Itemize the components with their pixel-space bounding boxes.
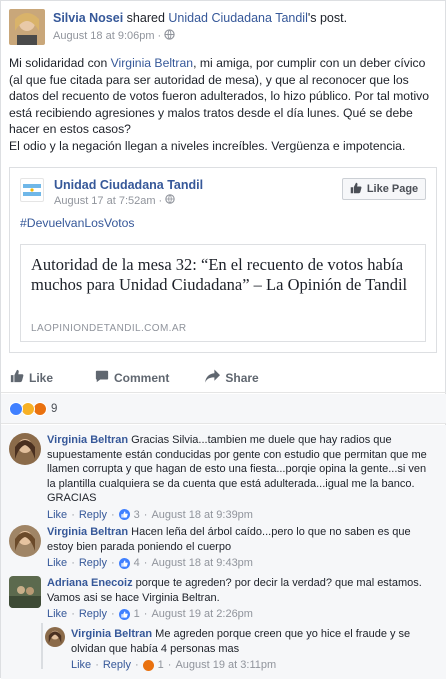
commenter-avatar[interactable] [9,576,41,608]
comment-footer: Like · Reply · 1 · August 19 at 3:11pm [71,658,426,673]
comment-like-link[interactable]: Like [47,607,67,622]
commenter-name[interactable]: Virginia Beltran [47,526,128,538]
comment-like-link[interactable]: Like [47,508,67,523]
share-label: Share [225,370,259,385]
separator-dot: · [143,608,148,620]
comment-footer: Like · Reply · 1 · August 19 at 2:26pm [47,607,433,622]
comment-like-count[interactable]: 1 [158,658,164,673]
like-button[interactable]: Like [10,369,53,386]
comment: Virginia Beltran Hacen leña del árbol ca… [9,525,439,571]
message-paragraph-1: Mi solidaridad con Virginia Beltran, mi … [9,55,439,138]
angry-reaction-icon [33,401,47,416]
separator-dot: · [158,194,163,207]
separator-dot: · [110,608,115,620]
angry-reaction-icon [142,659,154,671]
comment-time[interactable]: August 19 at 2:26pm [151,607,253,622]
hashtag-link[interactable]: #DevuelvanLosVotos [20,216,135,230]
separator-dot: · [167,659,172,671]
separator-dot: · [143,557,148,569]
post-meta: August 18 at 9:06pm · [53,29,347,43]
comment-reply-link[interactable]: Reply [79,508,107,523]
sad-reaction-icon [21,401,35,416]
link-title: Autoridad de la mesa 32: “En el recuento… [31,255,408,294]
comment-reply-link[interactable]: Reply [79,556,107,571]
comment-footer: Like · Reply · 3 · August 18 at 9:39pm [47,508,433,523]
like-reaction-icon [118,557,130,569]
separator-dot: · [71,557,75,569]
comment-footer: Like · Reply · 4 · August 18 at 9:43pm [47,556,433,571]
comment-time[interactable]: August 19 at 3:11pm [175,658,276,673]
comments-section: Virginia Beltran Gracias Silvia...tambie… [1,425,446,679]
separator-dot: · [157,30,162,42]
comment-like-count[interactable]: 4 [134,556,140,571]
like-reaction-icon [118,608,130,620]
shared-suffix: 's post. [307,11,348,25]
mention-link[interactable]: Virginia Beltran [111,56,193,70]
comment-like-link[interactable]: Like [47,556,67,571]
commenter-avatar[interactable] [9,525,41,557]
reply-thread: Virginia Beltran Me agreden porque creen… [41,623,435,671]
post-message: Mi solidaridad con Virginia Beltran, mi … [9,55,439,154]
post-header: Silvia Nosei shared Unidad Ciudadana Tan… [9,9,347,45]
comment-time[interactable]: August 18 at 9:43pm [151,556,253,571]
shared-page-link[interactable]: Unidad Ciudadana Tandil [168,11,307,25]
separator-dot: · [110,508,115,521]
shared-post-meta: August 17 at 7:52am · [54,194,203,207]
separator-dot: · [71,608,75,620]
comment: Adriana Enecoiz porque te agreden? por d… [9,576,439,622]
message-text: Mi solidaridad con [9,56,111,70]
comment-button[interactable]: Comment [95,369,169,386]
like-reaction-icon [118,509,130,521]
shared-post-time[interactable]: August 17 at 7:52am [54,195,156,207]
globe-icon [164,29,175,43]
commenter-avatar[interactable] [9,433,41,465]
comment-label: Comment [114,370,170,385]
page-logo[interactable] [20,178,44,202]
comment-like-count[interactable]: 3 [134,508,140,523]
separator-dot: · [110,557,115,569]
comment-like-count[interactable]: 1 [134,607,140,622]
globe-icon [165,194,175,207]
comment-icon [95,369,109,386]
reactions-bar[interactable]: 9 [1,394,446,424]
shared-post: Unidad Ciudadana Tandil August 17 at 7:5… [9,167,437,353]
post-card: Silvia Nosei shared Unidad Ciudadana Tan… [0,0,446,679]
author-avatar[interactable] [9,9,45,45]
separator-dot: · [71,508,75,521]
like-page-label: Like Page [366,183,419,195]
shared-label: shared [126,11,165,25]
like-label: Like [29,370,54,385]
thumbs-up-icon [350,182,362,197]
comment: Virginia Beltran Gracias Silvia...tambie… [9,433,439,522]
reaction-count[interactable]: 9 [51,403,57,415]
author-name-link[interactable]: Silvia Nosei [53,11,123,25]
comment-like-link[interactable]: Like [71,658,91,673]
share-arrow-icon [205,369,221,386]
like-reaction-icon [9,401,23,416]
post-time[interactable]: August 18 at 9:06pm [53,30,155,42]
commenter-name[interactable]: Adriana Enecoiz [47,577,133,589]
message-paragraph-2: El odio y la negación llegan a niveles i… [9,138,406,153]
comment-time[interactable]: August 18 at 9:39pm [151,508,253,523]
separator-dot: · [143,508,148,521]
comment-reply-link[interactable]: Reply [103,658,131,673]
thumbs-up-icon [10,369,24,386]
commenter-name[interactable]: Virginia Beltran [47,434,128,446]
like-page-button[interactable]: Like Page [342,178,426,200]
post-header-line: Silvia Nosei shared Unidad Ciudadana Tan… [53,11,347,25]
commenter-avatar[interactable] [45,627,65,647]
link-domain: LAOPINIONDETANDIL.COM.AR [31,323,187,334]
shared-page-name[interactable]: Unidad Ciudadana Tandil [54,178,203,192]
share-button[interactable]: Share [205,369,259,386]
separator-dot: · [95,659,99,671]
shared-post-header: Unidad Ciudadana Tandil August 17 at 7:5… [20,178,203,207]
comment-reply: Virginia Beltran Me agreden porque creen… [45,627,435,673]
commenter-name[interactable]: Virginia Beltran [71,628,152,640]
comment-reply-link[interactable]: Reply [79,607,107,622]
separator-dot: · [134,659,139,671]
link-preview-card[interactable]: Autoridad de la mesa 32: “En el recuento… [20,244,426,342]
post-action-bar: Like Comment Share [1,363,446,393]
